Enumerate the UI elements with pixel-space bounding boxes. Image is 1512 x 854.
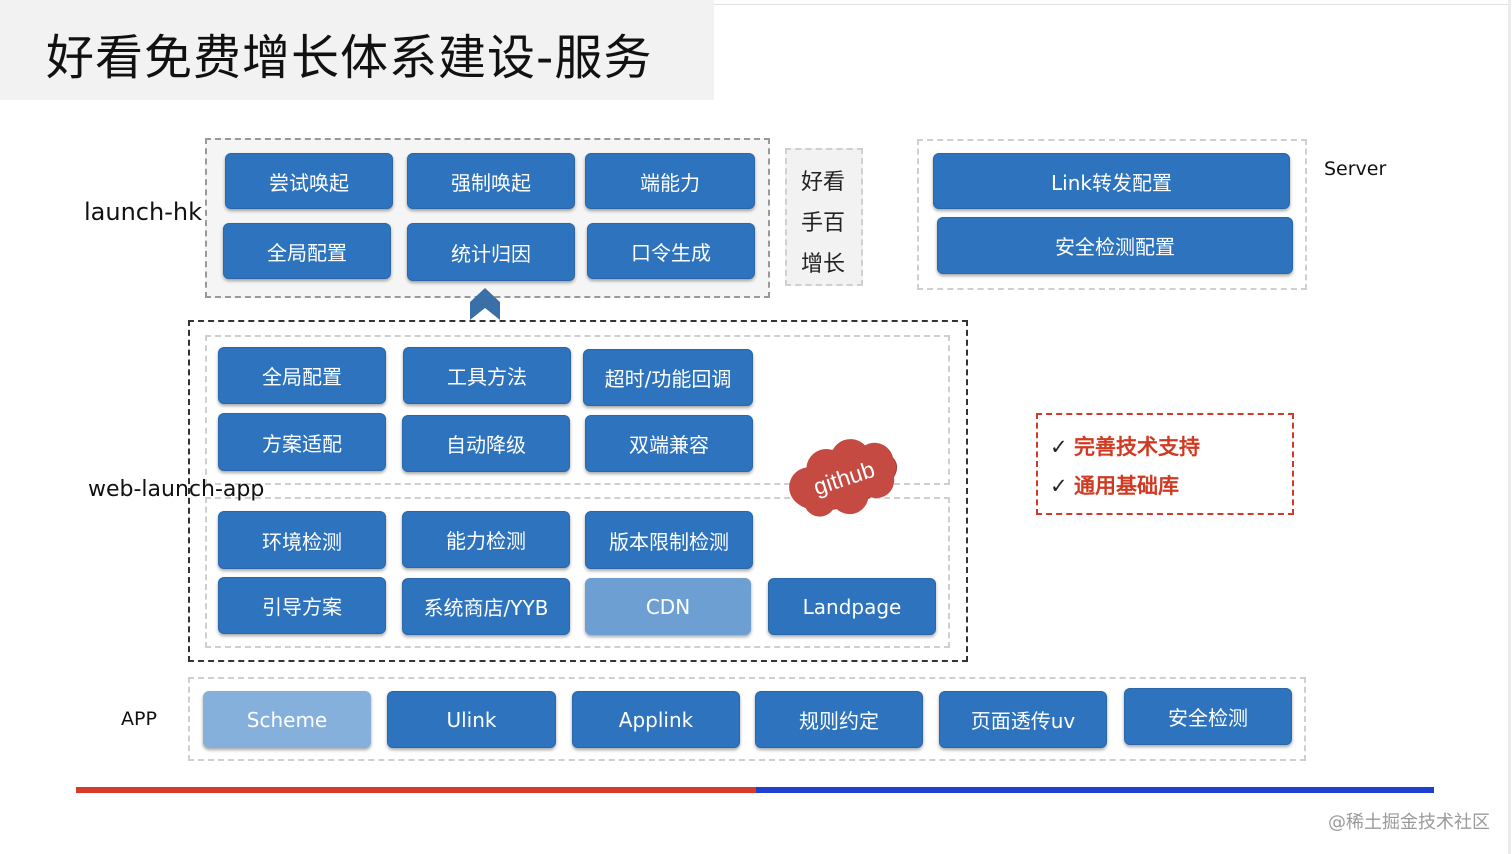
footer-bar-red (76, 787, 756, 793)
notes-box: ✓ 完善技术支持 ✓ 通用基础库 (1036, 413, 1294, 515)
server-label: Server (1324, 158, 1387, 180)
launch-hk-force-invoke[interactable]: 强制唤起 (407, 153, 575, 209)
wla-app-store[interactable]: 系统商店/YYB (402, 578, 570, 635)
web-launch-app-label: web-launch-app (88, 477, 265, 502)
wla-version-limit[interactable]: 版本限制检测 (585, 511, 753, 569)
note-tech-support: ✓ 完善技术支持 (1050, 435, 1200, 459)
wla-dual-compat[interactable]: 双端兼容 (585, 415, 753, 472)
launch-hk-attribution[interactable]: 统计归因 (407, 223, 575, 281)
wla-cdn[interactable]: CDN (585, 578, 751, 635)
wla-auto-downgrade[interactable]: 自动降级 (402, 415, 570, 472)
title-bar: 好看免费增长体系建设-服务 (0, 0, 714, 100)
footer-bar-blue (756, 787, 1434, 793)
wla-guide-scheme[interactable]: 引导方案 (218, 577, 386, 634)
wla-tool-methods[interactable]: 工具方法 (403, 347, 571, 404)
github-cloud: github (789, 439, 898, 517)
note-common-lib: ✓ 通用基础库 (1050, 474, 1179, 498)
launch-hk-token-gen[interactable]: 口令生成 (587, 223, 755, 279)
wla-landpage[interactable]: Landpage (768, 578, 936, 635)
app-rule-convention[interactable]: 规则约定 (755, 691, 923, 748)
wla-timeout-callback[interactable]: 超时/功能回调 (583, 349, 753, 406)
link-forward-config[interactable]: Link转发配置 (933, 153, 1290, 209)
app-applink[interactable]: Applink (572, 691, 740, 748)
wla-env-detect[interactable]: 环境检测 (218, 511, 386, 569)
product-growth: 增长 (801, 252, 846, 277)
launch-hk-capability[interactable]: 端能力 (585, 153, 755, 209)
wla-global-config[interactable]: 全局配置 (218, 347, 386, 404)
security-check-config[interactable]: 安全检测配置 (937, 217, 1293, 274)
product-shoubai: 手百 (801, 211, 846, 236)
product-list-box: 好看 手百 增长 (785, 148, 863, 286)
top-divider (714, 4, 1508, 5)
page-title: 好看免费增长体系建设-服务 (46, 30, 653, 86)
product-haokan: 好看 (801, 170, 846, 195)
wla-scheme-adapt[interactable]: 方案适配 (218, 413, 386, 471)
check-icon: ✓ (1050, 435, 1068, 459)
up-arrow-icon (470, 288, 500, 320)
app-security-check[interactable]: 安全检测 (1124, 688, 1292, 745)
watermark: @稀土掘金技术社区 (1328, 812, 1490, 833)
wla-ability-detect[interactable]: 能力检测 (402, 511, 570, 568)
launch-hk-global-config[interactable]: 全局配置 (223, 223, 391, 279)
app-ulink[interactable]: Ulink (387, 691, 556, 748)
launch-hk-label: launch-hk (84, 198, 202, 226)
check-icon: ✓ (1050, 474, 1068, 498)
launch-hk-try-invoke[interactable]: 尝试唤起 (225, 153, 393, 209)
app-label: APP (121, 708, 157, 730)
right-edge (1508, 0, 1511, 854)
app-page-uv[interactable]: 页面透传uv (939, 691, 1107, 748)
app-scheme[interactable]: Scheme (203, 691, 371, 748)
